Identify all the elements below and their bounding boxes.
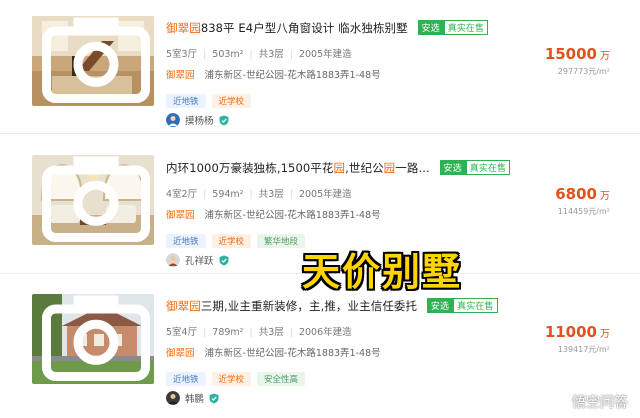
real-listing-badge: 真实在售	[453, 298, 498, 313]
listing-title-3[interactable]: 御翠园三期,业主重新装修，主,推，业主信任委托 安选 真实在售	[166, 298, 498, 314]
anxuan-badge: 安选	[417, 20, 444, 35]
anxuan-badge: 安选	[439, 160, 466, 175]
floor-count: 共3层	[258, 49, 284, 60]
room-layout: 5室4厅	[166, 327, 198, 338]
title-highlight-a: 园	[333, 161, 346, 175]
title-text-a: 内环1000万豪装独栋,1500平花	[166, 161, 334, 175]
tag-near-school: 近学校	[211, 372, 252, 386]
address-line: 御翠园 浦东新区-世纪公园-花木路1883弄1-48号	[166, 207, 381, 221]
title-highlight-b: 园	[383, 161, 396, 175]
agent-name[interactable]: 摸杨杨	[185, 113, 214, 127]
tag-near-subway: 近地铁	[166, 94, 206, 108]
listing-title-1[interactable]: 御翠园838平 E4户型八角窗设计 临水独栋别墅 安选 真实在售	[166, 20, 489, 36]
unit-price: 139417元/m²	[557, 345, 610, 354]
tag-near-subway: 近地铁	[166, 372, 206, 386]
title-text: 838平 E4户型八角窗设计 临水独栋别墅	[200, 21, 408, 35]
tag-near-subway: 近地铁	[166, 234, 206, 248]
total-price: 11000 万	[545, 322, 610, 341]
total-price: 6800 万	[555, 184, 610, 203]
listing-card-3[interactable]: 御翠园三期,业主重新装修，主,推，业主信任委托 安选 真实在售 5室4厅 | 789m…	[0, 280, 640, 414]
floor-count: 共3层	[258, 189, 284, 200]
price-unit: 万	[600, 51, 610, 62]
agent-info[interactable]: 韩鹏	[166, 391, 219, 405]
listing-title-2[interactable]: 内环1000万豪装独栋,1500平花园,世纪公园一路... 安选 真实在售	[166, 160, 511, 176]
listing-photo-1[interactable]	[32, 16, 154, 106]
price-value: 6800	[555, 185, 597, 203]
verified-shield-icon	[219, 115, 229, 125]
camera-icon	[42, 156, 150, 242]
house-info: 5室3厅 | 503m² | 共3层 | 2005年建造	[166, 49, 352, 60]
estate-link[interactable]: 御翠园	[166, 348, 195, 359]
anxuan-badge: 安选	[426, 298, 454, 313]
floor-area: 503m²	[212, 49, 244, 60]
wukong-logo-icon	[550, 393, 568, 411]
price-unit: 万	[600, 191, 610, 202]
tag-prime-location: 繁华地段	[257, 234, 306, 248]
room-layout: 5室3厅	[166, 49, 198, 60]
agent-info[interactable]: 孔祥跃	[166, 253, 229, 267]
floor-area: 594m²	[212, 189, 244, 200]
avatar[interactable]	[166, 113, 180, 127]
watermark-text: 悟空问答	[572, 395, 628, 411]
unit-price: 114459元/m²	[557, 207, 610, 216]
agent-info[interactable]: 摸杨杨	[166, 113, 229, 127]
feature-tags: 近地铁 近学校 安全性高	[166, 367, 311, 386]
title-text-b: ,世纪公	[345, 161, 384, 175]
overlay-caption: 天价别墅	[302, 250, 463, 294]
listing-photo-2[interactable]	[32, 155, 154, 245]
address-line: 御翠园 浦东新区-世纪公园-花木路1883弄1-48号	[166, 345, 381, 359]
build-year: 2006年建造	[298, 327, 352, 338]
avatar[interactable]	[166, 391, 180, 405]
verified-shield-icon	[219, 255, 229, 265]
floor-count: 共3层	[258, 327, 284, 338]
house-info: 5室4厅 | 789m² | 共3层 | 2006年建造	[166, 327, 352, 338]
title-estate-highlight: 御翠园	[166, 21, 201, 35]
unit-price: 297773元/m²	[557, 67, 610, 76]
tag-high-security: 安全性高	[257, 372, 306, 386]
address-text: 浦东新区-世纪公园-花木路1883弄1-48号	[204, 70, 381, 81]
feature-tags: 近地铁 近学校 繁华地段	[166, 229, 311, 248]
agent-name[interactable]: 孔祥跃	[185, 253, 214, 267]
room-layout: 4室2厅	[166, 189, 198, 200]
camera-icon	[42, 295, 150, 381]
listing-card-1[interactable]: 御翠园838平 E4户型八角窗设计 临水独栋别墅 安选 真实在售 5室3厅 | 503…	[0, 0, 640, 134]
house-info: 4室2厅 | 594m² | 共3层 | 2005年建造	[166, 189, 352, 200]
price-value: 15000	[544, 45, 597, 63]
tag-near-school: 近学校	[211, 94, 252, 108]
agent-name[interactable]: 韩鹏	[185, 391, 204, 405]
price-value: 11000	[544, 323, 597, 341]
tag-near-school: 近学校	[211, 234, 252, 248]
watermark: 悟空问答	[550, 392, 628, 412]
address-text: 浦东新区-世纪公园-花木路1883弄1-48号	[204, 348, 381, 359]
camera-icon	[42, 17, 150, 103]
avatar[interactable]	[166, 253, 180, 267]
real-listing-badge: 真实在售	[465, 160, 511, 175]
listing-photo-3[interactable]	[32, 294, 154, 384]
real-listing-badge: 真实在售	[443, 20, 489, 35]
title-text: 三期,业主重新装修，主,推，业主信任委托	[200, 299, 418, 313]
title-text-c: 一路...	[395, 161, 430, 175]
feature-tags: 近地铁 近学校	[166, 89, 257, 108]
build-year: 2005年建造	[298, 189, 352, 200]
floor-area: 789m²	[212, 327, 244, 338]
price-unit: 万	[600, 329, 610, 340]
address-line: 御翠园 浦东新区-世纪公园-花木路1883弄1-48号	[166, 67, 381, 81]
total-price: 15000 万	[545, 44, 610, 63]
estate-link[interactable]: 御翠园	[166, 70, 195, 81]
title-estate-highlight: 御翠园	[166, 299, 201, 313]
build-year: 2005年建造	[298, 49, 352, 60]
address-text: 浦东新区-世纪公园-花木路1883弄1-48号	[204, 210, 381, 221]
verified-shield-icon	[209, 393, 219, 403]
estate-link[interactable]: 御翠园	[166, 210, 195, 221]
